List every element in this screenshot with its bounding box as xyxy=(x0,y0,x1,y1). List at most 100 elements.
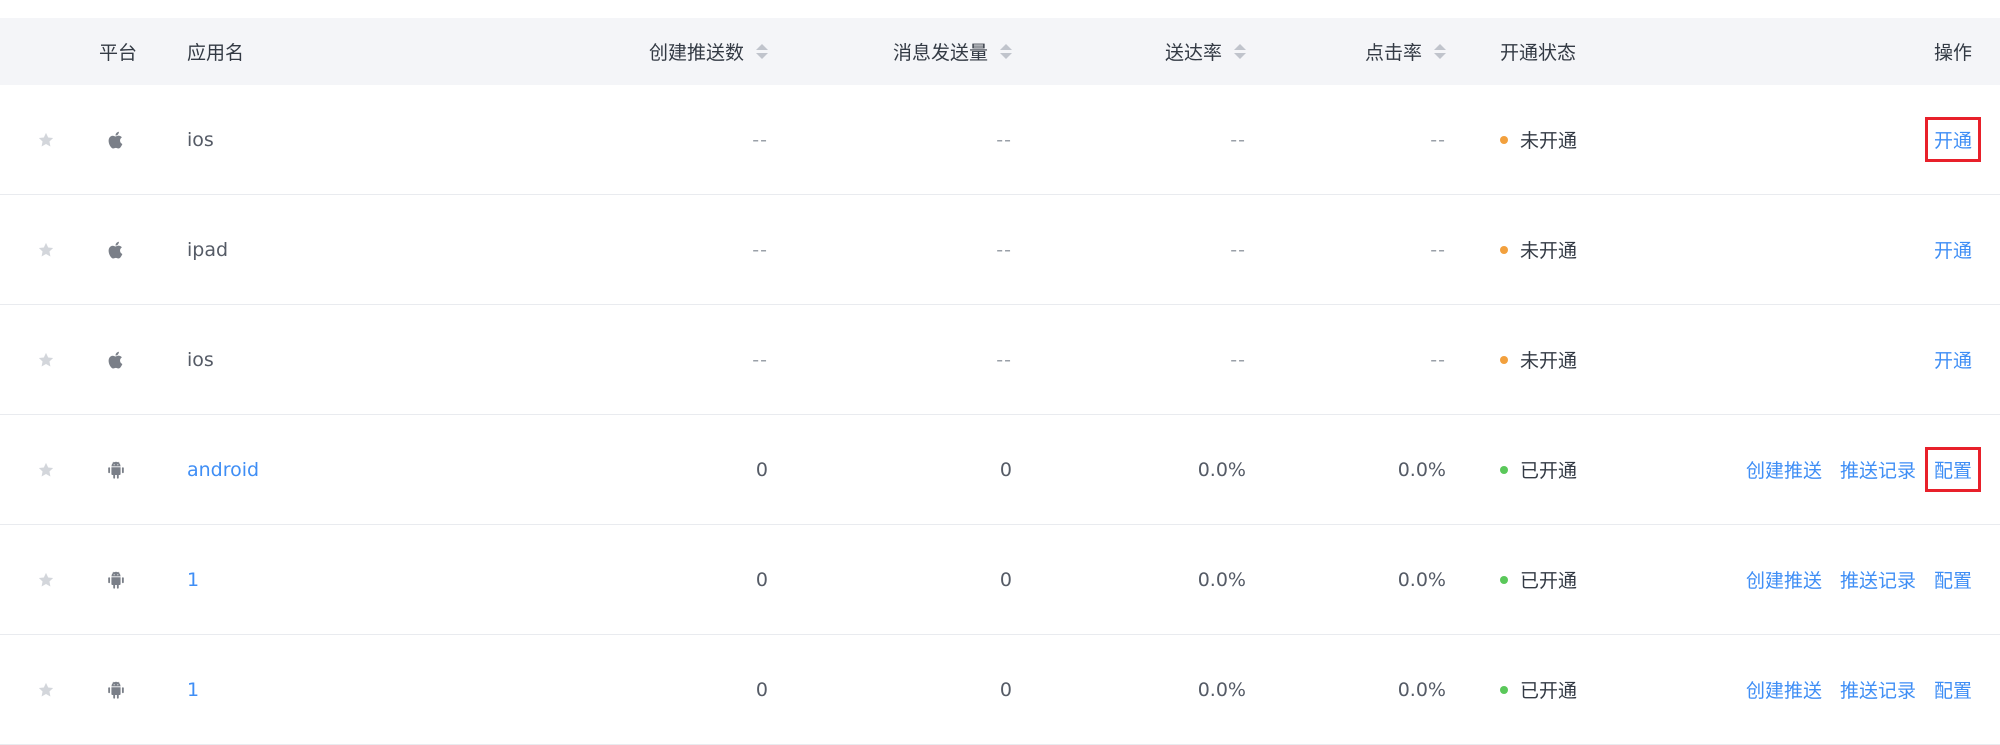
sent-value: 0 xyxy=(999,458,1012,481)
favorite-star-icon[interactable] xyxy=(34,195,58,304)
sort-icon[interactable] xyxy=(1000,44,1012,59)
msg-sent-count: 0 xyxy=(840,415,1012,524)
header-actions: 操作 xyxy=(1933,42,1972,64)
created-value: -- xyxy=(752,348,768,371)
sent-value: 0 xyxy=(999,678,1012,701)
delivery-value: -- xyxy=(1230,128,1246,151)
action-enable-link[interactable]: 开通 xyxy=(1934,236,1972,263)
apple-icon xyxy=(98,305,134,414)
header-click-rate[interactable]: 点击率 xyxy=(1300,18,1446,85)
delivery-rate: 0.0% xyxy=(1100,525,1246,634)
app-name[interactable]: ios xyxy=(187,85,567,194)
sort-icon[interactable] xyxy=(756,44,768,59)
favorite-star-icon[interactable] xyxy=(34,305,58,414)
row-actions: 开通 xyxy=(1700,305,1972,414)
header-msg-sent[interactable]: 消息发送量 xyxy=(840,18,1012,85)
header-created-push[interactable]: 创建推送数 xyxy=(600,18,768,85)
click-value: -- xyxy=(1430,238,1446,261)
sent-value: 0 xyxy=(999,568,1012,591)
created-value: -- xyxy=(752,128,768,151)
android-icon xyxy=(98,635,134,744)
row-actions: 创建推送 推送记录 配置 xyxy=(1700,635,1972,744)
click-rate: -- xyxy=(1300,305,1446,414)
action-create-push-link[interactable]: 创建推送 xyxy=(1746,676,1822,703)
delivery-value: -- xyxy=(1230,238,1246,261)
status-text: 未开通 xyxy=(1520,130,1578,152)
action-enable-link[interactable]: 开通 xyxy=(1924,117,1982,162)
action-push-records-link[interactable]: 推送记录 xyxy=(1840,456,1916,483)
created-push-count: 0 xyxy=(600,415,768,524)
action-create-push-link[interactable]: 创建推送 xyxy=(1746,566,1822,593)
status-dot xyxy=(1500,685,1508,694)
action-enable-link[interactable]: 开通 xyxy=(1934,346,1972,373)
row-actions: 开通 xyxy=(1700,195,1972,304)
app-name[interactable]: ipad xyxy=(187,195,567,304)
sort-icon[interactable] xyxy=(1434,44,1446,59)
action-config-link[interactable]: 配置 xyxy=(1934,566,1972,593)
action-config-link[interactable]: 配置 xyxy=(1924,447,1982,492)
sent-value: -- xyxy=(996,348,1012,371)
app-name-text: ipad xyxy=(187,238,229,261)
created-value: -- xyxy=(752,238,768,261)
app-name-text[interactable]: 1 xyxy=(187,569,199,591)
favorite-star-icon[interactable] xyxy=(34,525,58,634)
header-status: 开通状态 xyxy=(1500,42,1577,64)
app-name[interactable]: 1 xyxy=(187,525,567,634)
favorite-star-icon[interactable] xyxy=(34,415,58,524)
status: 未开通 xyxy=(1500,85,1700,194)
delivery-value: -- xyxy=(1230,348,1246,371)
click-rate: 0.0% xyxy=(1300,525,1446,634)
created-value: 0 xyxy=(755,678,768,701)
table-row: 1 0 0 0.0% 0.0% 已开通 创建推送 推送记录 配置 xyxy=(0,525,2000,635)
status: 已开通 xyxy=(1500,525,1700,634)
table-row: android 0 0 0.0% 0.0% 已开通 创建推送 推送记录 配置 xyxy=(0,415,2000,525)
app-name-text[interactable]: 1 xyxy=(187,679,199,701)
header-click-rate-label: 点击率 xyxy=(1364,42,1422,64)
android-icon xyxy=(98,525,134,634)
app-name[interactable]: android xyxy=(187,415,567,524)
table-row: ipad -- -- -- -- 未开通 开通 xyxy=(0,195,2000,305)
delivery-value: 0.0% xyxy=(1197,458,1246,481)
action-config-link[interactable]: 配置 xyxy=(1934,676,1972,703)
header-platform: 平台 xyxy=(98,42,137,64)
click-value: -- xyxy=(1430,128,1446,151)
header-delivery-rate[interactable]: 送达率 xyxy=(1100,18,1246,85)
action-push-records-link[interactable]: 推送记录 xyxy=(1840,676,1916,703)
table-header: 平台 应用名 创建推送数 消息发送量 送达率 点击率 开通状态 操作 xyxy=(0,18,2000,85)
click-value: -- xyxy=(1430,348,1446,371)
delivery-value: 0.0% xyxy=(1197,678,1246,701)
sent-value: -- xyxy=(996,128,1012,151)
msg-sent-count: -- xyxy=(840,305,1012,414)
row-actions: 创建推送 推送记录 配置 xyxy=(1700,415,1982,524)
created-push-count: 0 xyxy=(600,525,768,634)
status: 未开通 xyxy=(1500,195,1700,304)
delivery-rate: 0.0% xyxy=(1100,635,1246,744)
status-text: 已开通 xyxy=(1520,570,1578,592)
delivery-value: 0.0% xyxy=(1197,568,1246,591)
delivery-rate: 0.0% xyxy=(1100,415,1246,524)
click-rate: 0.0% xyxy=(1300,635,1446,744)
created-push-count: -- xyxy=(600,85,768,194)
app-name-text[interactable]: android xyxy=(187,459,259,481)
apple-icon xyxy=(98,195,134,304)
click-rate: -- xyxy=(1300,85,1446,194)
android-icon xyxy=(98,415,134,524)
delivery-rate: -- xyxy=(1100,195,1246,304)
favorite-star-icon[interactable] xyxy=(34,85,58,194)
action-create-push-link[interactable]: 创建推送 xyxy=(1746,456,1822,483)
msg-sent-count: 0 xyxy=(840,525,1012,634)
click-value: 0.0% xyxy=(1397,458,1446,481)
action-push-records-link[interactable]: 推送记录 xyxy=(1840,566,1916,593)
click-rate: 0.0% xyxy=(1300,415,1446,524)
status-dot xyxy=(1500,245,1508,254)
table-body: ios -- -- -- -- 未开通 开通 ipad -- -- -- -- … xyxy=(0,85,2000,745)
status-dot xyxy=(1500,355,1508,364)
sort-icon[interactable] xyxy=(1234,44,1246,59)
status-dot xyxy=(1500,465,1508,474)
app-name[interactable]: ios xyxy=(187,305,567,414)
header-delivery-rate-label: 送达率 xyxy=(1164,42,1222,64)
favorite-star-icon[interactable] xyxy=(34,635,58,744)
app-table: 平台 应用名 创建推送数 消息发送量 送达率 点击率 开通状态 操作 ios -… xyxy=(0,18,2000,745)
app-name[interactable]: 1 xyxy=(187,635,567,744)
msg-sent-count: -- xyxy=(840,195,1012,304)
